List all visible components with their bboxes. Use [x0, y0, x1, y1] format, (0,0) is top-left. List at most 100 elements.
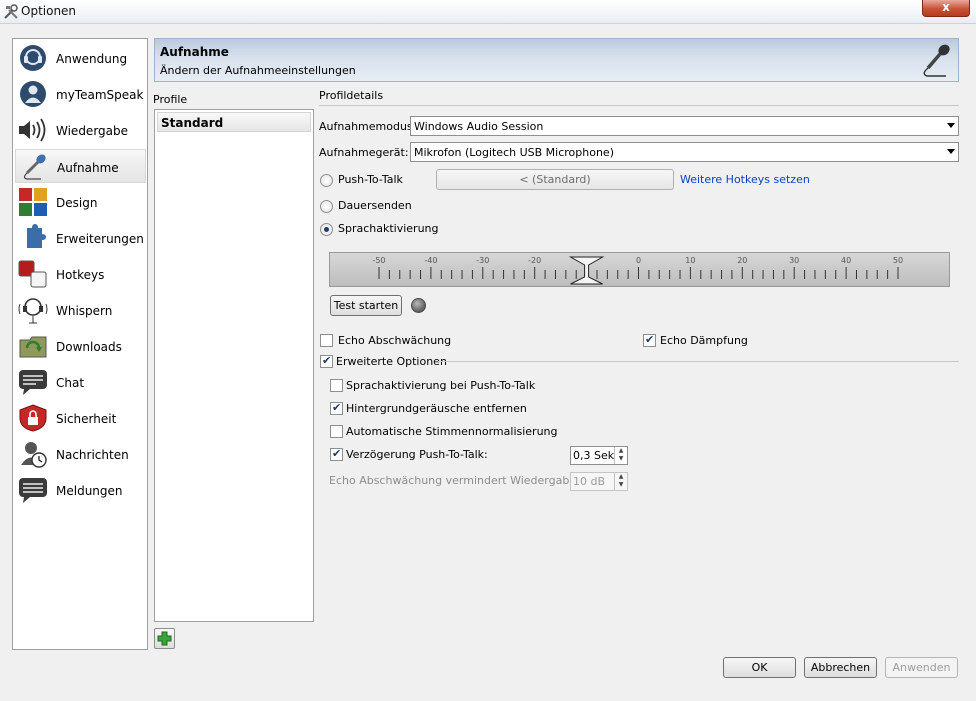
puzzle-icon — [27, 224, 46, 248]
echo-reduction-checkbox[interactable] — [320, 334, 333, 347]
profile-item-standard[interactable]: Standard — [157, 112, 311, 132]
profile-list: Standard — [154, 109, 314, 622]
sidebar-item-aufnahme[interactable]: Aufnahme — [15, 149, 146, 183]
sidebar-item-downloads[interactable]: Downloads — [15, 329, 146, 363]
sidebar-item-myteamspeak[interactable]: myTeamSpeak — [15, 77, 146, 111]
echo-reduce-amount-spinbox[interactable]: 10 dB ▲ ▼ — [570, 472, 628, 491]
sidebar-item-erweiterungen[interactable]: Erweiterungen — [15, 221, 146, 255]
ptt-delay-label: Verzögerung Push-To-Talk: — [346, 448, 488, 461]
capture-mode-select[interactable]: Windows Audio Session — [410, 116, 959, 136]
sidebar-item-label: Meldungen — [56, 484, 123, 498]
profiles-label: Profile — [153, 93, 188, 106]
microphone-icon — [923, 44, 950, 77]
add-profile-button[interactable] — [154, 628, 175, 649]
vad-during-ptt-label: Sprachaktivierung bei Push-To-Talk — [346, 379, 536, 392]
cancel-button[interactable]: Abbrechen — [804, 657, 877, 678]
downloads-icon — [19, 336, 47, 358]
advanced-options-checkbox[interactable] — [320, 354, 333, 368]
ptt-delay-spinbox[interactable]: 0,3 Sek ▲ ▼ — [570, 446, 628, 465]
advanced-options-label: Erweiterte Optionen — [336, 355, 447, 368]
meter-tick-label: -50 — [372, 256, 385, 265]
sidebar-item-label: Erweiterungen — [56, 232, 144, 246]
divider — [438, 361, 959, 362]
voice-indicator-led — [411, 298, 426, 313]
ptt-delay-value: 0,3 Sek — [573, 449, 615, 462]
spin-buttons[interactable]: ▲ ▼ — [614, 473, 627, 490]
level-scale: -50-40-30-20-1001020304050 — [372, 256, 903, 285]
meter-tick-label: 40 — [841, 256, 851, 265]
sidebar-item-label: Downloads — [56, 340, 122, 354]
more-hotkeys-link[interactable]: Weitere Hotkeys setzen — [680, 173, 810, 186]
sidebar-item-design[interactable]: Design — [15, 185, 146, 219]
page-subtitle: Ändern der Aufnahmeeinstellungen — [160, 64, 356, 77]
push-to-talk-label: Push-To-Talk — [338, 173, 403, 186]
ok-button[interactable]: OK — [723, 657, 796, 678]
sidebar-item-anwendung[interactable]: Anwendung — [15, 41, 146, 75]
ptt-delay-checkbox[interactable] — [330, 447, 343, 461]
apply-button[interactable]: Anwenden — [885, 657, 958, 678]
voice-activation-label: Sprachaktivierung — [338, 222, 439, 235]
meter-tick-label: 30 — [789, 256, 799, 265]
meter-tick-label: -20 — [528, 256, 541, 265]
chat-icon — [19, 370, 47, 395]
sidebar-item-hotkeys[interactable]: Hotkeys — [15, 257, 146, 291]
tools-icon — [4, 4, 18, 19]
sidebar-item-label: Design — [56, 196, 98, 210]
push-to-talk-hotkey-button[interactable]: < (Standard) — [436, 169, 674, 190]
page-title: Aufnahme — [160, 45, 229, 59]
continuous-transmission-label: Dauersenden — [338, 199, 412, 212]
echo-reduction-label: Echo Abschwächung — [338, 334, 452, 347]
level-slider-handle[interactable] — [568, 256, 605, 285]
sidebar-item-label: Anwendung — [56, 52, 128, 66]
voice-normalization-label: Automatische Stimmennormalisierung — [346, 425, 558, 438]
sidebar-item-label: Hotkeys — [56, 268, 105, 282]
sidebar-item-sicherheit[interactable]: Sicherheit — [15, 401, 146, 435]
sidebar-item-label: Whispern — [56, 304, 113, 318]
sidebar-item-nachrichten[interactable]: Nachrichten — [15, 437, 146, 471]
chevron-up-icon[interactable]: ▲ — [615, 447, 627, 455]
echo-reduce-amount-label: Echo Abschwächung vermindert Wiedergabe … — [329, 474, 601, 487]
push-to-talk-radio[interactable] — [320, 174, 333, 187]
capture-device-select[interactable]: Mikrofon (Logitech USB Microphone) — [410, 142, 959, 162]
test-start-button[interactable]: Test starten — [330, 295, 402, 316]
meter-tick-label: 20 — [737, 256, 747, 265]
messages-icon — [21, 442, 47, 468]
capture-mode-value: Windows Audio Session — [414, 120, 544, 133]
page-header: Aufnahme Ändern der Aufnahmeeinstellunge… — [154, 38, 959, 82]
sidebar-item-meldungen[interactable]: Meldungen — [15, 473, 146, 507]
spin-buttons[interactable]: ▲ ▼ — [614, 447, 627, 464]
sidebar-item-label: myTeamSpeak — [56, 88, 144, 102]
chevron-down-icon[interactable]: ▼ — [615, 455, 627, 463]
chevron-down-icon — [947, 149, 955, 154]
sidebar-item-wiedergabe[interactable]: Wiedergabe — [15, 113, 146, 147]
speaker-icon — [19, 118, 46, 142]
palette-icon — [19, 188, 47, 216]
echo-cancellation-label: Echo Dämpfung — [660, 334, 748, 347]
sidebar-item-chat[interactable]: Chat — [15, 365, 146, 399]
window-title: Optionen — [21, 4, 77, 18]
title-bar: Optionen x — [0, 0, 976, 24]
meter-tick-label: -30 — [476, 256, 489, 265]
capture-device-label: Aufnahmegerät: — [319, 146, 409, 159]
capture-mode-label: Aufnahmemodus: — [319, 120, 417, 133]
divider — [319, 105, 959, 106]
microphone-icon — [23, 154, 46, 180]
voice-normalization-checkbox[interactable] — [330, 425, 343, 438]
sidebar-item-label: Aufnahme — [57, 161, 119, 175]
voice-activation-level-slider[interactable]: -50-40-30-20-1001020304050 — [329, 252, 950, 287]
chevron-down-icon[interactable]: ▼ — [615, 481, 627, 489]
chevron-up-icon[interactable]: ▲ — [615, 473, 627, 481]
sidebar-nav: Anwendung myTeamSpeak Wiedergabe Aufnahm… — [12, 38, 148, 650]
echo-cancellation-checkbox[interactable] — [643, 333, 656, 347]
close-button[interactable]: x — [922, 0, 970, 17]
continuous-transmission-radio[interactable] — [320, 200, 333, 213]
noise-removal-label: Hintergrundgeräusche entfernen — [346, 402, 527, 415]
echo-reduce-amount-value: 10 dB — [573, 475, 606, 488]
sidebar-item-whispern[interactable]: Whispern — [15, 293, 146, 327]
whisper-icon — [18, 298, 48, 324]
voice-activation-radio[interactable] — [320, 223, 333, 236]
noise-removal-checkbox[interactable] — [330, 401, 343, 415]
chevron-down-icon — [947, 123, 955, 128]
meter-tick-label: 10 — [685, 256, 695, 265]
vad-during-ptt-checkbox[interactable] — [330, 379, 343, 392]
